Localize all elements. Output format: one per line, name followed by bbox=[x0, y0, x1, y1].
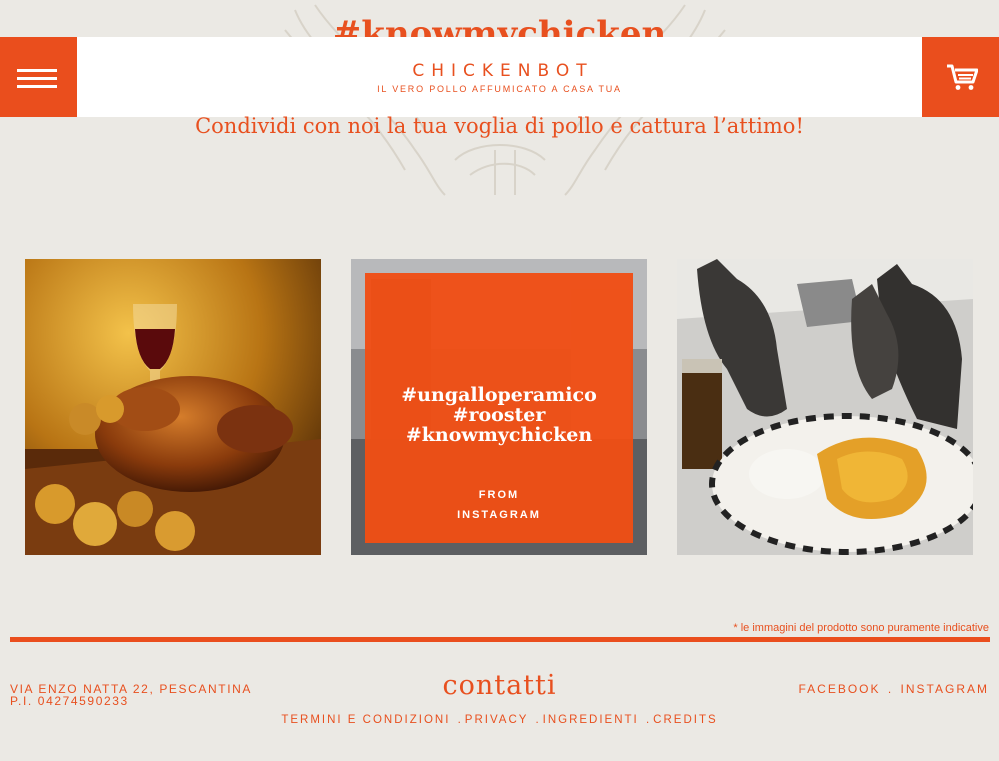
privacy-link[interactable]: PRIVACY bbox=[465, 714, 528, 726]
hashtag: #knowmychicken bbox=[405, 424, 593, 446]
from-label: FROM bbox=[478, 489, 520, 501]
social-links: FACEBOOK . INSTAGRAM bbox=[798, 682, 989, 696]
separator: . bbox=[457, 714, 463, 726]
hashtag: #rooster bbox=[452, 404, 546, 426]
brand-name: CHICKENBOT bbox=[412, 61, 594, 81]
disclaimer: * le immagini del prodotto sono purament… bbox=[733, 622, 989, 634]
cart-button[interactable] bbox=[922, 37, 999, 117]
brand[interactable]: CHICKENBOT IL VERO POLLO AFFUMICATO A CA… bbox=[77, 37, 922, 117]
brand-subtitle: IL VERO POLLO AFFUMICATO A CASA TUA bbox=[377, 84, 622, 94]
separator: . bbox=[645, 714, 652, 726]
gallery-image-roast-chicken[interactable] bbox=[25, 259, 321, 555]
instagram-label: INSTAGRAM bbox=[457, 509, 541, 521]
facebook-link[interactable]: FACEBOOK bbox=[798, 682, 880, 696]
instagram-hashtag-tile[interactable]: #ungalloperamico #rooster #knowmychicken… bbox=[351, 259, 647, 555]
footer-links: TERMINI E CONDIZIONI . PRIVACY . INGREDIEN… bbox=[0, 714, 999, 726]
separator: . bbox=[535, 714, 541, 726]
hashtag: #ungalloperamico bbox=[401, 384, 597, 406]
separator: . bbox=[887, 682, 894, 696]
instagram-link[interactable]: INSTAGRAM bbox=[901, 682, 989, 696]
cart-icon bbox=[947, 64, 978, 90]
instagram-overlay[interactable]: #ungalloperamico #rooster #knowmychicken… bbox=[365, 273, 633, 543]
ingredients-link[interactable]: INGREDIENTI bbox=[543, 714, 639, 726]
footer-divider bbox=[10, 637, 990, 642]
terms-link[interactable]: TERMINI E CONDIZIONI bbox=[281, 714, 450, 726]
credits-link[interactable]: CREDITS bbox=[653, 714, 717, 726]
tagline: Condividi con noi la tua voglia di pollo… bbox=[195, 114, 804, 138]
menu-button[interactable] bbox=[0, 37, 77, 117]
gallery-image-dogs-plate[interactable] bbox=[677, 259, 973, 555]
